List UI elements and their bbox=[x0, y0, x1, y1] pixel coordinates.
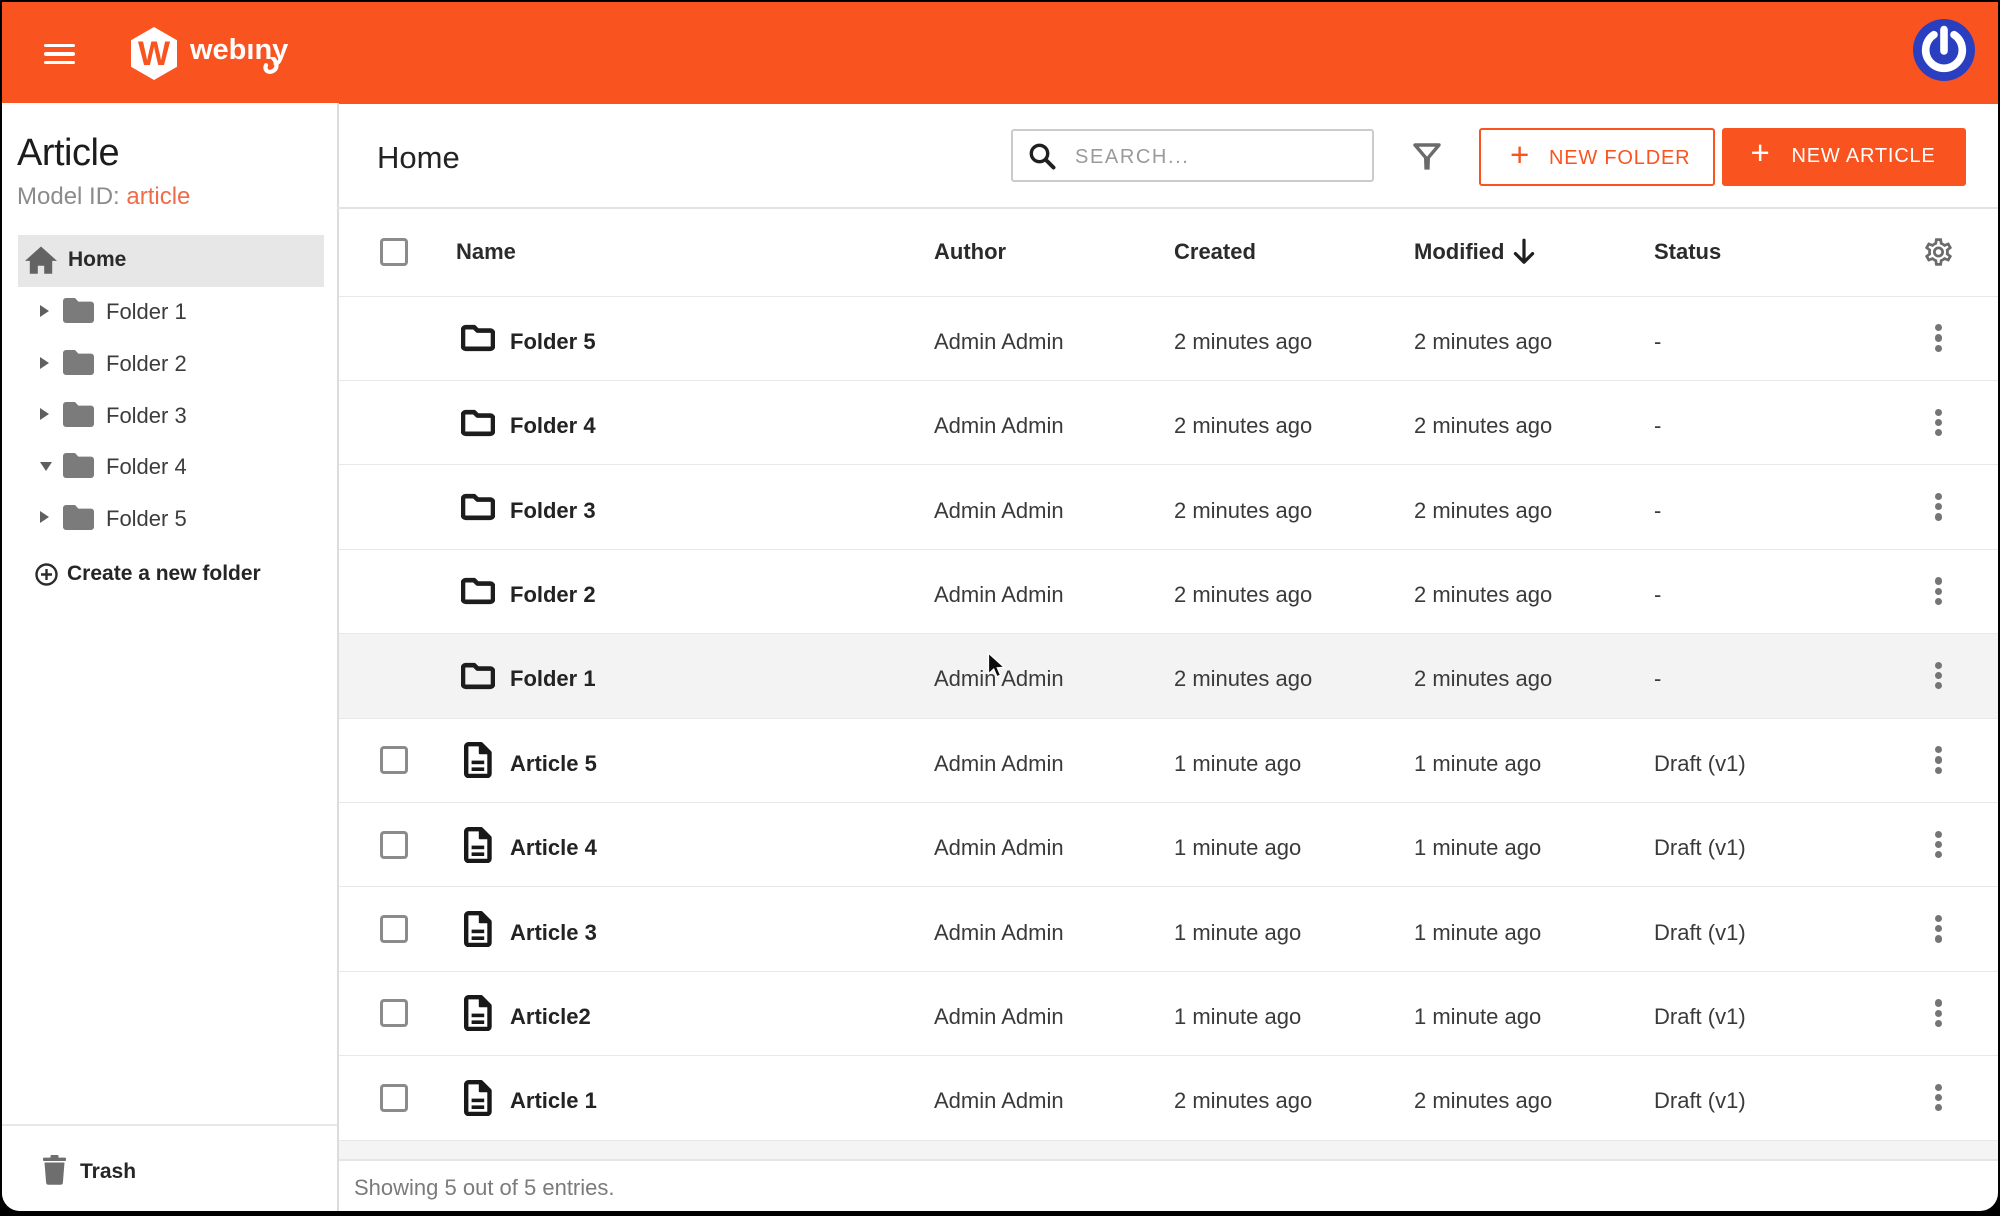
svg-text:W: W bbox=[138, 35, 171, 73]
